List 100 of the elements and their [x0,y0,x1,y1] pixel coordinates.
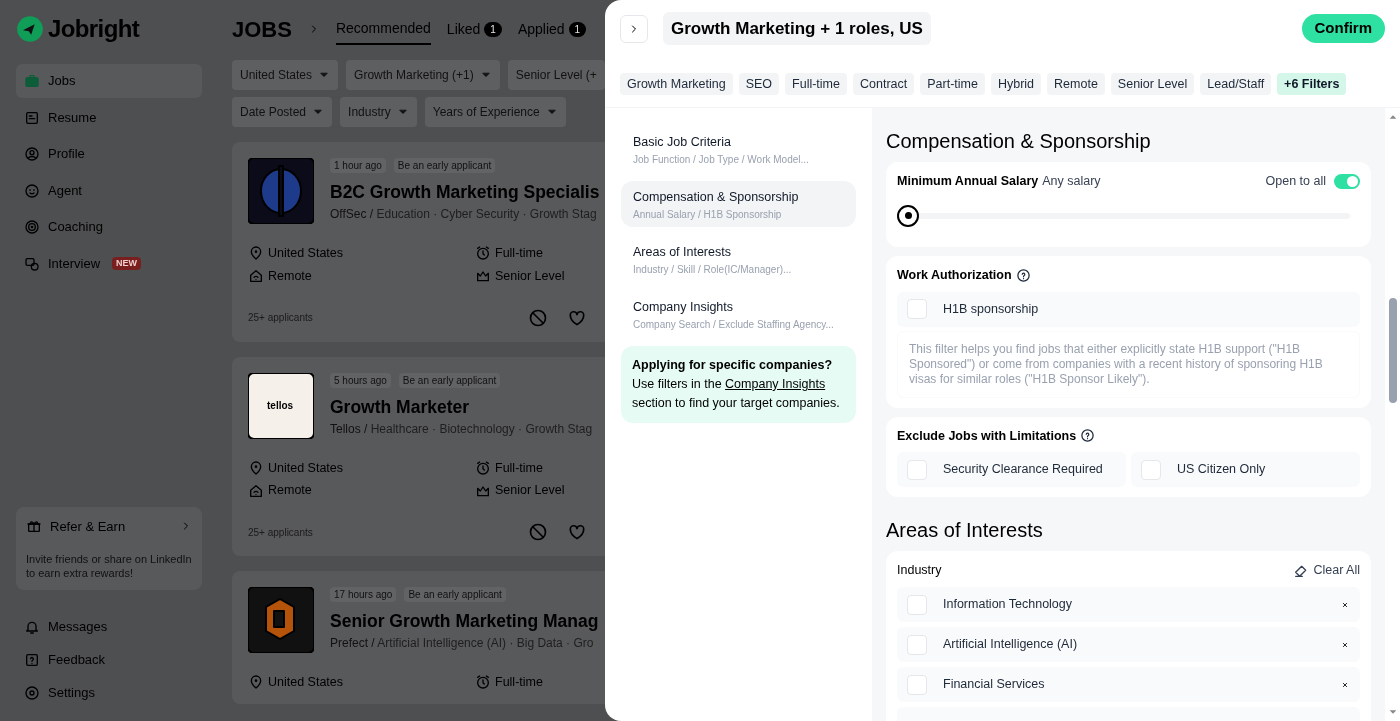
checkbox[interactable] [1141,459,1161,480]
checkbox-option[interactable]: Information Technology [897,587,1360,622]
tab[interactable]: Applied 1 [517,14,587,44]
time-badge: 5 hours ago [330,372,391,388]
help-icon [1015,267,1031,283]
checkbox-option[interactable]: Security Clearance Required [897,452,1126,488]
section-nav-item[interactable]: Basic Job Criteria Job Function / Job Type / Work Model... [621,126,856,172]
filter-chip[interactable]: Full-time [785,73,847,95]
job-detail: United States [268,674,344,691]
sidebar-label: Profile [48,145,85,164]
time-badge: 1 hour ago [330,158,386,173]
filter-chip[interactable]: Remote [1047,73,1105,95]
block-icon[interactable] [528,307,548,328]
sidebar-label: Agent [48,181,82,200]
slider-thumb[interactable] [897,204,919,227]
section-nav-item[interactable]: Compensation & Sponsorship Annual Salary / H1B Sponsorship [621,181,856,227]
section-title: Areas of Interests [633,244,732,261]
target-icon [24,219,40,235]
filter-chip[interactable]: Senior Level [1110,73,1195,95]
checkbox-option[interactable]: Financial Services [897,667,1360,702]
clock-icon [475,459,491,476]
filter-chip[interactable]: SEO [738,73,780,95]
applicants-count: 25+ applicants [248,311,314,325]
chat-icon [24,255,40,272]
sidebar-label: Messages [48,617,108,636]
gift-icon [26,518,42,535]
job-detail: Full-time [495,674,543,691]
card-title: Industry [897,562,943,580]
count-badge: 1 [568,21,587,37]
section-heading: Areas of Interests [886,518,1044,544]
document-icon [24,109,40,126]
logo-text: Jobright [48,14,140,44]
clock-icon [475,245,491,262]
job-detail: Remote [268,482,312,500]
new-badge: NEW [112,256,142,271]
checkbox[interactable] [907,299,927,319]
filter-chip[interactable]: Lead/Staff [1200,73,1272,95]
salary-value: Any salary [1042,173,1102,190]
checkbox[interactable] [907,674,927,695]
job-detail: Full-time [495,459,543,477]
section-subtitle: Company Search / Exclude Staffing Agency... [633,317,835,332]
checkbox-option[interactable]: US Citizen Only [1131,452,1360,488]
company-line: Prefect / Artificial Intelligence (AI) · Big Data · Gro [330,635,595,653]
section-heading: Compensation & Sponsorship [886,129,1152,154]
checkbox-option[interactable]: Artificial Intelligence (AI) [897,627,1360,662]
early-badge: Be an early applicant [393,158,496,173]
section-subtitle: Industry / Skill / Role(IC/Manager)... [633,262,793,277]
card-title: Work Authorization [897,266,1012,284]
section-subtitle: Job Function / Job Type / Work Model... [633,152,810,167]
filter-chip[interactable]: Part-time [920,73,985,95]
sidebar-item[interactable]: Interview NEW [16,246,202,281]
tab[interactable]: Liked 1 [446,14,502,44]
clear-all-button[interactable]: Clear All [1293,561,1360,580]
block-icon[interactable] [528,522,548,542]
refer-title: Refer & Earn [50,517,127,536]
sidebar-label: Feedback [48,650,106,669]
job-detail: Full-time [495,245,543,262]
applicants-count: 25+ applicants [248,525,314,540]
count-badge: 1 [484,21,502,37]
section-nav-item[interactable]: Areas of Interests Industry / Skill / Role(IC/Manager)... [621,236,856,282]
company-logo [248,372,314,439]
company-insights-link[interactable]: Company Insights [725,377,826,391]
tip-title: Applying for specific companies? [632,357,834,374]
heart-icon[interactable] [567,522,587,542]
checkbox[interactable] [907,459,927,480]
filter-chip[interactable]: Hybrid [990,73,1042,95]
section-title: Basic Job Criteria [633,134,732,151]
feedback-icon [24,651,40,668]
page-title: JOBS [232,15,292,44]
house-icon [248,482,264,499]
company-logo [248,158,314,224]
section-nav-item[interactable]: Company Insights Company Search / Exclude Staffing Agency... [621,291,856,337]
company-logo [248,587,314,653]
job-detail: United States [268,459,344,477]
job-detail: United States [268,245,344,262]
early-badge: Be an early applicant [404,587,506,602]
checkbox[interactable] [907,634,927,655]
sidebar-label: Resume [48,108,97,127]
scrollbar-thumb[interactable] [1388,298,1397,403]
search-title[interactable]: Growth Marketing + 1 roles, US [663,11,931,46]
time-badge: 17 hours ago [330,587,397,602]
tip-text: Use filters in the Company Insights section to find your target companies. [632,376,841,412]
clock-icon [475,674,491,691]
sidebar-label: Coaching [48,218,103,237]
checkbox[interactable] [907,594,927,615]
confirm-button[interactable]: Confirm [1301,14,1385,43]
filter-chip[interactable]: Growth Marketing [620,73,733,95]
location-icon [248,674,264,691]
card-title: Exclude Jobs with Limitations [897,427,1077,445]
filter-chip[interactable]: +6 Filters [1277,73,1347,95]
checkbox-option[interactable]: H1B sponsorship [897,291,1360,327]
logo-text: tellos [267,398,294,413]
toggle-switch[interactable] [1334,173,1360,189]
sidebar-label: Settings [48,683,95,702]
company-line: OffSec / Education · Cyber Security · Growth Stag [330,206,598,224]
filter-chip[interactable]: Contract [853,73,915,95]
section-title: Compensation & Sponsorship [633,189,800,206]
early-badge: Be an early applicant [398,372,501,388]
profile-icon [24,146,40,162]
job-detail: Senior Level [495,482,565,500]
